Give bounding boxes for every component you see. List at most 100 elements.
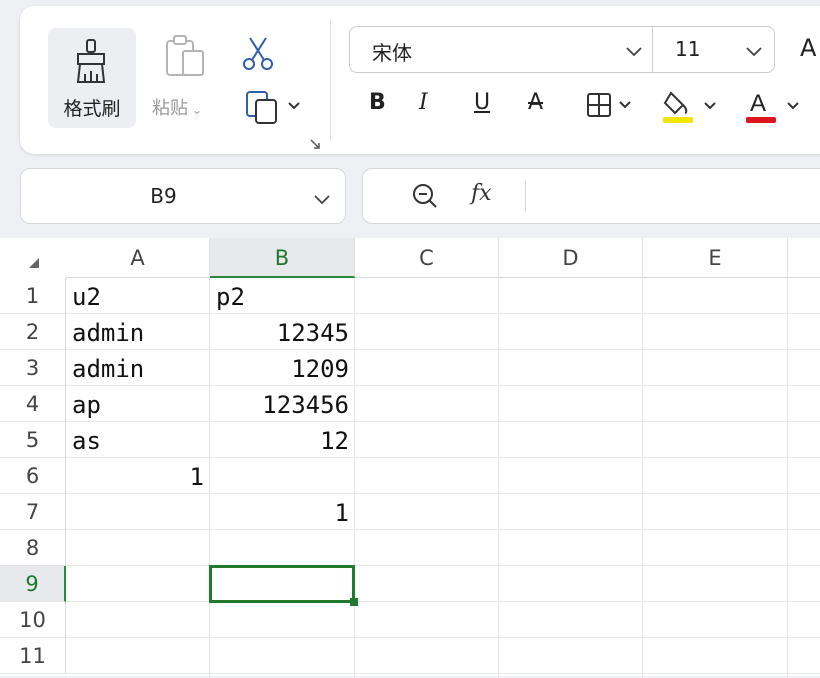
cell-d4[interactable] (499, 386, 643, 422)
font-divider (652, 27, 653, 72)
underline-button[interactable]: U (474, 90, 490, 120)
cell-e9[interactable] (643, 566, 788, 602)
cell-d6[interactable] (499, 458, 643, 494)
cell-d9[interactable] (499, 566, 643, 602)
row-header-7[interactable]: 7 (0, 494, 66, 530)
cell-a2[interactable]: admin (66, 314, 210, 350)
cell-d10[interactable] (499, 602, 643, 638)
dialog-launcher-icon[interactable] (310, 134, 320, 153)
cell-e8[interactable] (643, 530, 788, 566)
bold-button[interactable]: B (369, 90, 386, 120)
cell-e10[interactable] (643, 602, 788, 638)
copy-icon[interactable] (245, 89, 281, 129)
fill-color-button[interactable] (661, 89, 717, 129)
formula-bar[interactable]: fx (362, 168, 820, 224)
fx-icon[interactable]: fx (471, 181, 492, 206)
column-header-e[interactable]: E (643, 238, 788, 278)
cell-c11[interactable] (355, 638, 499, 674)
cell-a5[interactable]: as (66, 422, 210, 458)
cell-d7[interactable] (499, 494, 643, 530)
cell-c2[interactable] (355, 314, 499, 350)
row-header-1[interactable]: 1 (0, 278, 66, 314)
cell-e4[interactable] (643, 386, 788, 422)
cell-e1[interactable] (643, 278, 788, 314)
cell-a1[interactable]: u2 (66, 278, 210, 314)
column-header-next[interactable] (788, 238, 820, 278)
cell-b10[interactable] (210, 602, 355, 638)
cell-e7[interactable] (643, 494, 788, 530)
select-all-corner[interactable] (0, 238, 66, 278)
cell-d11[interactable] (499, 638, 643, 674)
cell-c1[interactable] (355, 278, 499, 314)
paste-button[interactable]: 粘贴 ⌄ (152, 94, 202, 120)
cell-a9[interactable] (66, 566, 210, 602)
column-header-b[interactable]: B (210, 238, 355, 278)
font-selector[interactable]: 宋体 11 (349, 26, 775, 73)
row-header-6[interactable]: 6 (0, 458, 66, 494)
row-header-11[interactable]: 11 (0, 638, 66, 674)
chevron-down-icon[interactable] (314, 190, 330, 209)
cell-d8[interactable] (499, 530, 643, 566)
cell-a6[interactable]: 1 (66, 458, 210, 494)
font-color-button[interactable]: A (744, 89, 800, 129)
cell-d5[interactable] (499, 422, 643, 458)
selected-cell-outline[interactable] (209, 565, 355, 603)
fill-handle[interactable] (350, 598, 358, 606)
cell-b3[interactable]: 1209 (210, 350, 355, 386)
cell-e11[interactable] (643, 638, 788, 674)
paste-icon[interactable] (165, 33, 207, 83)
cell-b4[interactable]: 123456 (210, 386, 355, 422)
strikethrough-button[interactable]: A (528, 90, 543, 120)
cell-b8[interactable] (210, 530, 355, 566)
cell-b1[interactable]: p2 (210, 278, 355, 314)
cell-e2[interactable] (643, 314, 788, 350)
column-header-c[interactable]: C (355, 238, 499, 278)
row-header-8[interactable]: 8 (0, 530, 66, 566)
cell-d1[interactable] (499, 278, 643, 314)
cell-e5[interactable] (643, 422, 788, 458)
cell-a4[interactable]: ap (66, 386, 210, 422)
column-header-a[interactable]: A (66, 238, 210, 278)
cell-b7[interactable]: 1 (210, 494, 355, 530)
row-header-4[interactable]: 4 (0, 386, 66, 422)
cell-e3[interactable] (643, 350, 788, 386)
cell-a11[interactable] (66, 638, 210, 674)
row-header-10[interactable]: 10 (0, 602, 66, 638)
cell-c10[interactable] (355, 602, 499, 638)
cell-c5[interactable] (355, 422, 499, 458)
cell-a3[interactable]: admin (66, 350, 210, 386)
italic-button[interactable]: I (419, 90, 428, 120)
cell-d3[interactable] (499, 350, 643, 386)
grow-font-button[interactable]: A (800, 34, 816, 62)
row-header-3[interactable]: 3 (0, 350, 66, 386)
chevron-down-icon[interactable] (626, 42, 642, 61)
cell-c4[interactable] (355, 386, 499, 422)
cell-b2[interactable]: 12345 (210, 314, 355, 350)
cell-c9[interactable] (355, 566, 499, 602)
cell-b5[interactable]: 12 (210, 422, 355, 458)
chevron-down-icon[interactable] (746, 42, 762, 61)
name-box[interactable]: B9 (20, 168, 346, 224)
cell-d2[interactable] (499, 314, 643, 350)
cell-c6[interactable] (355, 458, 499, 494)
row-header-9[interactable]: 9 (0, 566, 66, 602)
font-size-value: 11 (675, 37, 701, 61)
cell-c7[interactable] (355, 494, 499, 530)
cell-a7[interactable] (66, 494, 210, 530)
format-painter-button[interactable]: 格式刷 (48, 28, 136, 128)
row-header-2[interactable]: 2 (0, 314, 66, 350)
cell-b11[interactable] (210, 638, 355, 674)
cell-c8[interactable] (355, 530, 499, 566)
cell-b6[interactable] (210, 458, 355, 494)
row-header-5[interactable]: 5 (0, 422, 66, 458)
cut-icon[interactable] (240, 36, 276, 76)
chevron-down-icon[interactable] (288, 96, 300, 115)
zoom-icon[interactable] (411, 182, 439, 214)
border-button[interactable] (586, 92, 634, 122)
cell-a10[interactable] (66, 602, 210, 638)
column-header-d[interactable]: D (499, 238, 643, 278)
ribbon-toolbar: 格式刷 粘贴 ⌄ 宋体 11 A B I U A A (20, 6, 820, 154)
cell-c3[interactable] (355, 350, 499, 386)
cell-a8[interactable] (66, 530, 210, 566)
cell-e6[interactable] (643, 458, 788, 494)
